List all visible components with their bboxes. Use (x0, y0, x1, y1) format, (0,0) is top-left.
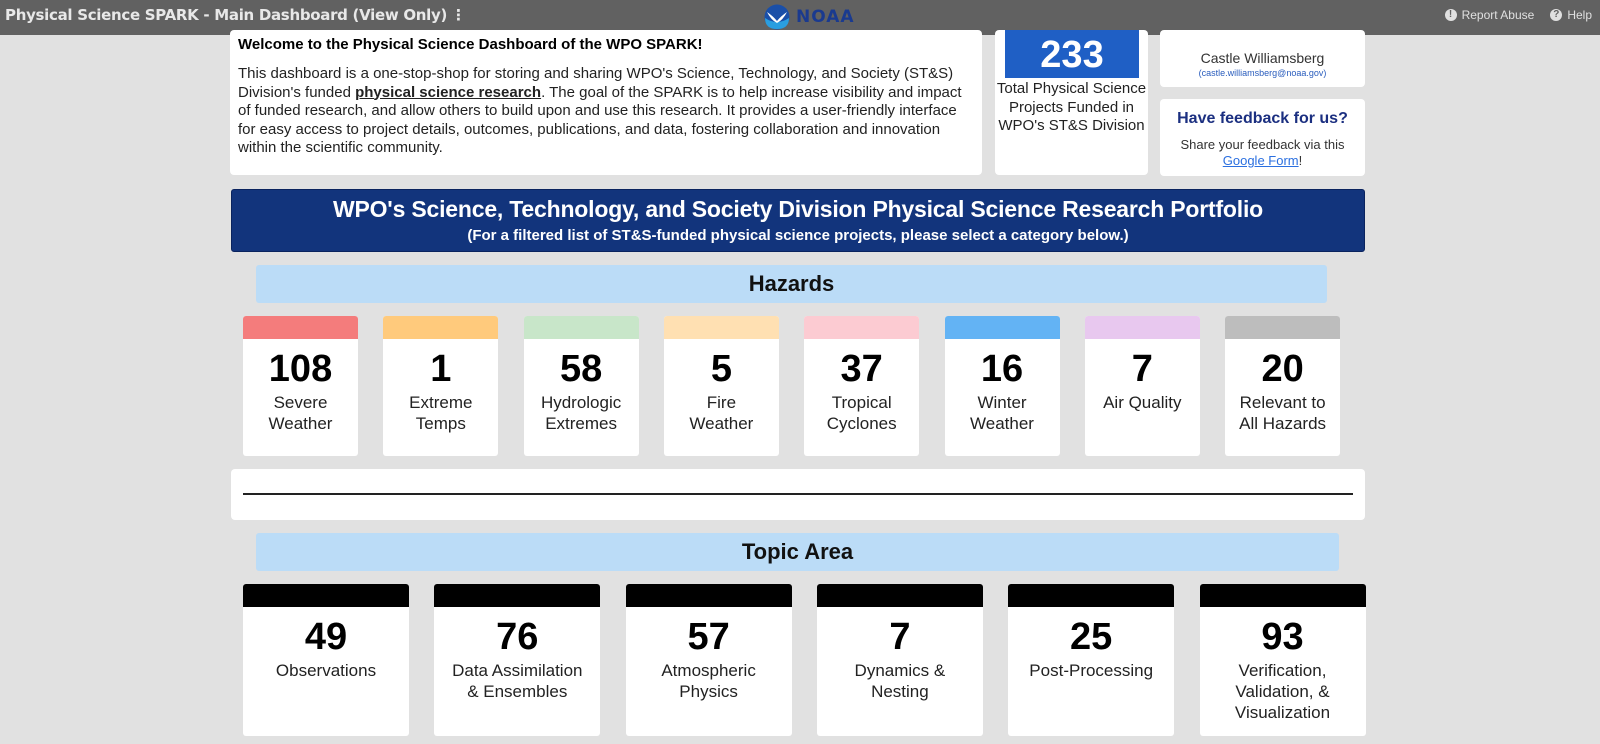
hazard-count: 58 (559, 348, 603, 390)
help-link[interactable]: ? Help (1550, 8, 1592, 22)
topic-count: 7 (889, 616, 911, 658)
topic-color-stripe (1199, 584, 1366, 607)
topic-count: 57 (687, 616, 730, 658)
topic-label: Observations (275, 661, 377, 680)
divider-card (231, 469, 1365, 520)
hazard-count: 7 (1131, 348, 1153, 390)
topic-area-heading: Topic Area (256, 533, 1339, 571)
portfolio-title: WPO's Science, Technology, and Society D… (332, 196, 1264, 222)
hazard-count: 5 (710, 348, 732, 390)
hazard-tile[interactable]: 5 Fire Weather (663, 316, 779, 456)
hazard-color-stripe (1225, 316, 1341, 339)
hazards-heading: Hazards (256, 265, 1327, 303)
hazard-label: Relevant to All Hazards (1239, 393, 1327, 433)
hazard-tile[interactable]: 108 Severe Weather (243, 316, 358, 456)
contact-name: Castle Williamsberg (1200, 50, 1325, 66)
hazard-color-stripe (1084, 316, 1200, 339)
app-title-text: Physical Science SPARK - Main Dashboard … (5, 6, 448, 24)
total-projects-label: Total Physical Science Projects Funded i… (996, 80, 1147, 134)
hazard-tile[interactable]: 20 Relevant to All Hazards (1225, 316, 1341, 456)
alert-icon: ! (1444, 9, 1457, 21)
topic-label: Atmospheric Physics (661, 661, 756, 701)
total-projects-card: 233 Total Physical Science Projects Fund… (995, 30, 1148, 175)
topic-color-stripe (1008, 584, 1175, 607)
feedback-text-start: Share your feedback via this (1180, 137, 1345, 152)
report-abuse-link[interactable]: ! Report Abuse (1444, 8, 1535, 22)
hazard-label: Hydrologic Extremes (540, 393, 622, 433)
hazard-label: Tropical Cyclones (826, 393, 897, 433)
hazard-tile[interactable]: 16 Winter Weather (944, 316, 1060, 456)
hazard-label: Air Quality (1103, 393, 1182, 412)
topic-tile[interactable]: 49 Observations (243, 584, 409, 736)
help-label: Help (1567, 8, 1592, 22)
hazard-label: Fire Weather (689, 393, 754, 433)
portfolio-banner: WPO's Science, Technology, and Society D… (231, 189, 1365, 252)
total-projects-value: 233 (1005, 30, 1139, 78)
hazard-tile[interactable]: 7 Air Quality (1084, 316, 1200, 456)
topic-count: 49 (304, 616, 348, 658)
noaa-logo: NOAA (764, 3, 855, 31)
logo-text: NOAA (796, 7, 855, 27)
noaa-bird-icon (764, 4, 790, 30)
hazard-tile[interactable]: 1 Extreme Temps (383, 316, 499, 456)
horizontal-divider (243, 493, 1353, 495)
topic-label: Data Assimilation & Ensembles (452, 661, 583, 701)
topic-color-stripe (243, 584, 409, 607)
feedback-text: Share your feedback via this Google Form… (1160, 137, 1365, 169)
hazard-tile[interactable]: 37 Tropical Cyclones (804, 316, 920, 456)
contact-card: Castle Williamsberg (castle.williamsberg… (1160, 30, 1365, 87)
topic-count: 25 (1070, 616, 1113, 658)
portfolio-subtitle: (For a filtered list of ST&S-funded phys… (467, 227, 1129, 244)
hazard-count: 1 (430, 348, 452, 390)
welcome-card: Welcome to the Physical Science Dashboar… (230, 30, 982, 175)
contact-email-link[interactable]: (castle.williamsberg@noaa.gov) (1160, 68, 1365, 78)
feedback-suffix: ! (1298, 153, 1303, 168)
app-title: Physical Science SPARK - Main Dashboard … (5, 6, 466, 24)
topic-count: 76 (496, 616, 539, 658)
more-vert-icon[interactable]: ⋮ (451, 6, 466, 24)
topic-tile[interactable]: 76 Data Assimilation & Ensembles (434, 584, 601, 736)
welcome-text: This dashboard is a one-stop-shop for st… (238, 65, 974, 158)
topic-color-stripe (816, 584, 983, 607)
topic-label: Post-Processing (1029, 661, 1154, 680)
topic-label: Dynamics & Nesting (854, 661, 946, 701)
hazard-count: 20 (1261, 348, 1304, 390)
topic-color-stripe (434, 584, 601, 607)
feedback-heading: Have feedback for us? (1177, 110, 1348, 127)
hazard-count: 108 (268, 348, 333, 390)
hazard-color-stripe (383, 316, 499, 339)
topic-color-stripe (625, 584, 792, 607)
hazard-color-stripe (804, 316, 920, 339)
topic-tile[interactable]: 7 Dynamics & Nesting (816, 584, 983, 736)
topic-tile[interactable]: 25 Post-Processing (1008, 584, 1175, 736)
topic-tile[interactable]: 93 Verification, Validation, & Visualizat… (1199, 584, 1366, 736)
hazard-color-stripe (944, 316, 1060, 339)
hazard-count: 37 (840, 348, 883, 390)
report-abuse-label: Report Abuse (1461, 8, 1535, 22)
topic-count: 93 (1261, 616, 1304, 658)
hazard-color-stripe (663, 316, 779, 339)
hazard-count: 16 (980, 348, 1024, 390)
hazard-label: Winter Weather (970, 393, 1034, 433)
hazard-tile[interactable]: 58 Hydrologic Extremes (523, 316, 639, 456)
hazard-label: Severe Weather (268, 393, 333, 433)
topic-tile[interactable]: 57 Atmospheric Physics (625, 584, 792, 736)
feedback-card: Have feedback for us? Share your feedbac… (1160, 99, 1365, 176)
physical-science-research-link[interactable]: physical science research (355, 84, 541, 101)
hazard-color-stripe (243, 316, 358, 339)
hazard-label: Extreme Temps (409, 393, 473, 433)
hazard-color-stripe (523, 316, 639, 339)
help-icon: ? (1550, 9, 1563, 21)
google-form-link[interactable]: Google Form (1223, 153, 1299, 168)
topic-label: Verification, Validation, & Visualizatio… (1234, 661, 1331, 722)
welcome-heading: Welcome to the Physical Science Dashboar… (238, 36, 703, 53)
